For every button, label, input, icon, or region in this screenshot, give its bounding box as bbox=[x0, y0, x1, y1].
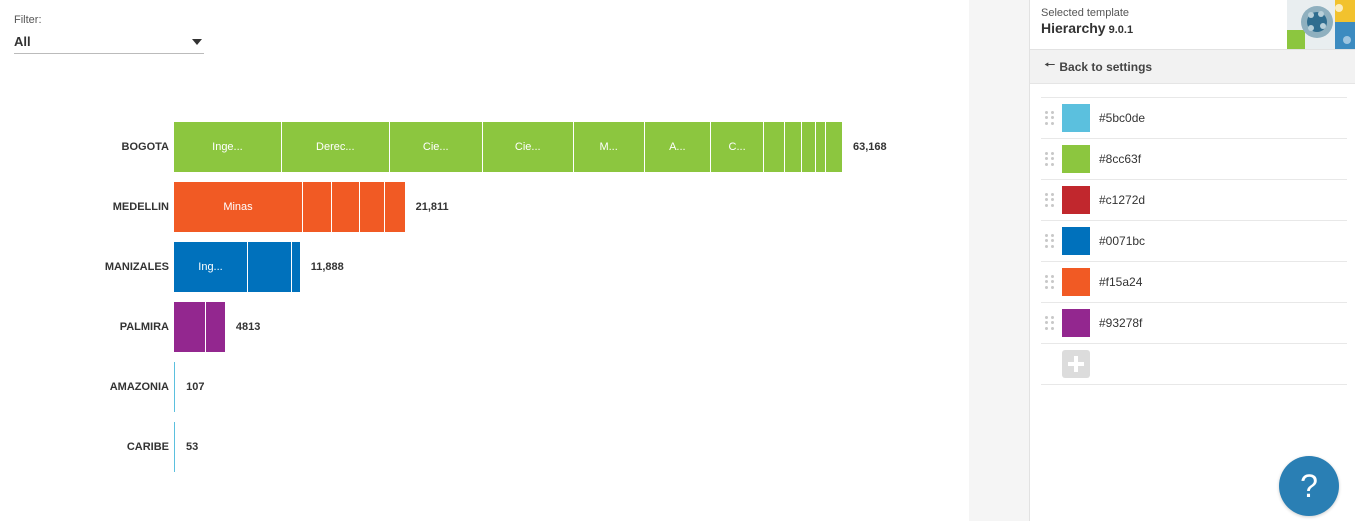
segment-label: Ing... bbox=[198, 261, 223, 273]
color-item: #0071bc bbox=[1041, 221, 1347, 262]
bar-segment[interactable] bbox=[360, 182, 386, 232]
bar-segment[interactable] bbox=[385, 182, 405, 232]
value-label: 107 bbox=[186, 381, 205, 393]
color-swatch[interactable] bbox=[1062, 104, 1090, 132]
bar-caribe[interactable] bbox=[174, 422, 175, 472]
plus-icon[interactable] bbox=[1062, 350, 1090, 378]
bar-amazonia[interactable] bbox=[174, 362, 176, 412]
color-item: #93278f bbox=[1041, 303, 1347, 344]
bar-palmira[interactable] bbox=[174, 302, 225, 352]
bar-medellin[interactable]: Minas bbox=[174, 182, 405, 232]
color-hex: #0071bc bbox=[1099, 234, 1146, 248]
bar-segment[interactable]: Cie... bbox=[389, 122, 483, 172]
add-color-row bbox=[1041, 344, 1347, 385]
bar-segment[interactable] bbox=[764, 122, 786, 172]
settings-panel: Selected template Hierarchy 9.0.1 🠔 Back… bbox=[1029, 0, 1355, 521]
color-list: #5bc0de #8cc63f #c1272d #0071bc #f15a24 #9327… bbox=[1041, 97, 1347, 385]
row-label: AMAZONIA bbox=[109, 381, 169, 393]
color-item: #c1272d bbox=[1041, 180, 1347, 221]
drag-handle-icon[interactable] bbox=[1045, 111, 1055, 125]
drag-handle-icon[interactable] bbox=[1045, 193, 1055, 207]
bar-segment[interactable]: Derec... bbox=[281, 122, 390, 172]
segment-label: Inge... bbox=[212, 141, 243, 153]
gutter bbox=[969, 0, 1029, 521]
template-header: Selected template Hierarchy 9.0.1 bbox=[1030, 0, 1355, 50]
value-label: 4813 bbox=[235, 321, 261, 333]
segment-label: Minas bbox=[223, 201, 253, 213]
row-label: PALMIRA bbox=[119, 321, 169, 333]
bar-bogota[interactable]: Inge... Derec... Cie... Cie... M... A... C... bbox=[174, 122, 842, 172]
bar-segment[interactable]: C... bbox=[711, 122, 765, 172]
bar-segment[interactable] bbox=[815, 122, 827, 172]
bar-segment[interactable] bbox=[826, 122, 842, 172]
drag-handle-icon[interactable] bbox=[1045, 152, 1055, 166]
color-item: #f15a24 bbox=[1041, 262, 1347, 303]
row-label: MEDELLIN bbox=[112, 201, 169, 213]
bar-segment[interactable]: Inge... bbox=[174, 122, 282, 172]
color-swatch[interactable] bbox=[1062, 227, 1090, 255]
color-hex: #5bc0de bbox=[1099, 111, 1146, 125]
chart-canvas: Filter: All BOGOTA Inge... Derec... Cie... C… bbox=[0, 0, 969, 521]
row-label: CARIBE bbox=[126, 441, 169, 453]
question-icon: ? bbox=[1300, 467, 1318, 504]
bar-segment[interactable] bbox=[331, 182, 361, 232]
segment-label: Cie... bbox=[514, 141, 541, 153]
template-version: 9.0.1 bbox=[1108, 24, 1134, 36]
segment-label: C... bbox=[728, 141, 746, 153]
bar-segment[interactable]: Ing... bbox=[174, 242, 249, 292]
color-hex: #f15a24 bbox=[1099, 275, 1143, 289]
back-to-settings-label: Back to settings bbox=[1059, 59, 1153, 74]
segment-label: Cie... bbox=[422, 141, 449, 153]
bar-segment[interactable] bbox=[174, 302, 207, 352]
bar-segment[interactable] bbox=[785, 122, 803, 172]
bar-segment[interactable] bbox=[174, 422, 175, 472]
drag-handle-icon[interactable] bbox=[1045, 275, 1055, 289]
value-label: 53 bbox=[186, 441, 199, 453]
color-hex: #93278f bbox=[1099, 316, 1143, 330]
segment-label: Derec... bbox=[316, 141, 355, 153]
bar-segment[interactable]: Minas bbox=[174, 182, 303, 232]
color-swatch[interactable] bbox=[1062, 309, 1090, 337]
color-hex: #c1272d bbox=[1099, 193, 1146, 207]
bar-segment[interactable] bbox=[802, 122, 816, 172]
bar-segment[interactable]: M... bbox=[573, 122, 645, 172]
bar-segment[interactable] bbox=[292, 242, 300, 292]
bar-segment[interactable] bbox=[174, 362, 176, 412]
segment-label: A... bbox=[669, 141, 686, 153]
stacked-bar-chart: BOGOTA Inge... Derec... Cie... Cie... M... A..… bbox=[0, 0, 969, 521]
color-swatch[interactable] bbox=[1062, 145, 1090, 173]
template-thumbnail[interactable] bbox=[1287, 0, 1355, 49]
bar-segment[interactable] bbox=[303, 182, 332, 232]
value-label: 63,168 bbox=[853, 141, 887, 153]
bar-segment[interactable] bbox=[248, 242, 293, 292]
help-button[interactable]: ? bbox=[1279, 456, 1339, 516]
color-item: #5bc0de bbox=[1041, 98, 1347, 139]
drag-handle-icon[interactable] bbox=[1045, 316, 1055, 330]
bar-manizales[interactable]: Ing... bbox=[174, 242, 300, 292]
color-item: #8cc63f bbox=[1041, 139, 1347, 180]
color-swatch[interactable] bbox=[1062, 186, 1090, 214]
value-label: 21,811 bbox=[415, 201, 449, 213]
row-label: BOGOTA bbox=[121, 141, 169, 153]
color-hex: #8cc63f bbox=[1099, 152, 1142, 166]
value-label: 11,888 bbox=[310, 261, 344, 273]
bar-segment[interactable]: Cie... bbox=[482, 122, 574, 172]
segment-label: M... bbox=[599, 141, 618, 153]
bar-segment[interactable]: A... bbox=[644, 122, 712, 172]
template-name-text: Hierarchy bbox=[1041, 20, 1106, 36]
back-to-settings-button[interactable]: 🠔 Back to settings bbox=[1030, 50, 1355, 84]
color-swatch[interactable] bbox=[1062, 268, 1090, 296]
row-label: MANIZALES bbox=[104, 261, 169, 273]
bar-segment[interactable] bbox=[206, 302, 225, 352]
drag-handle-icon[interactable] bbox=[1045, 234, 1055, 248]
arrow-left-icon: 🠔 bbox=[1044, 56, 1056, 72]
